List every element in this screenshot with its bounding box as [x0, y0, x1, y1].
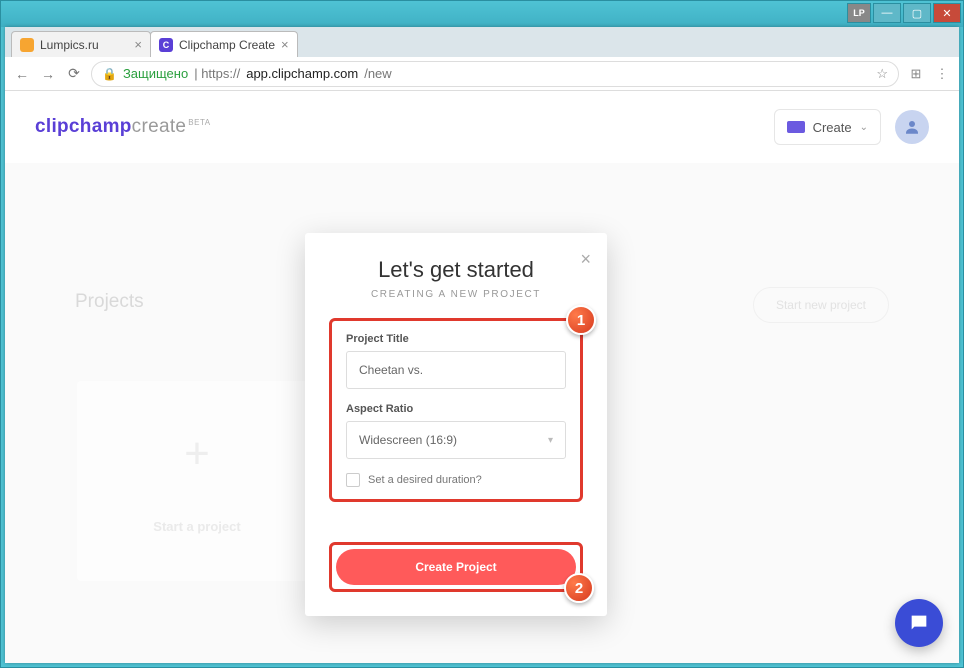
- bookmark-icon[interactable]: ☆: [876, 66, 888, 82]
- back-button[interactable]: ←: [13, 65, 31, 83]
- favicon-icon: C: [159, 38, 173, 52]
- chat-widget-button[interactable]: [895, 599, 943, 647]
- browser-tab[interactable]: C Clipchamp Create ×: [150, 31, 298, 57]
- extension-icon[interactable]: ⊞: [907, 65, 925, 83]
- tab-strip: Lumpics.ru × C Clipchamp Create ×: [5, 27, 959, 57]
- lock-icon: 🔒: [102, 67, 117, 81]
- project-title-label: Project Title: [346, 333, 566, 345]
- url-host: app.clipchamp.com: [246, 66, 358, 81]
- secure-label: Защищено: [123, 66, 188, 81]
- new-project-modal: × Let's get started CREATING A NEW PROJE…: [305, 233, 607, 616]
- button-annotation-box: Create Project 2: [329, 542, 583, 592]
- window-titlebar: LP — ▢ ✕: [1, 1, 963, 27]
- logo: clipchampcreateBETA: [35, 116, 211, 138]
- annotation-badge-1: 1: [566, 305, 596, 335]
- create-label: Create: [813, 120, 852, 135]
- url-input[interactable]: 🔒 Защищено | https:// app.clipchamp.com/n…: [91, 61, 899, 87]
- aspect-ratio-select[interactable]: Widescreen (16:9) ▾: [346, 421, 566, 459]
- url-path: /new: [364, 66, 391, 81]
- aspect-ratio-label: Aspect Ratio: [346, 403, 566, 415]
- tab-close-icon[interactable]: ×: [134, 37, 142, 52]
- chevron-down-icon: ▾: [548, 435, 553, 446]
- reload-button[interactable]: ⟳: [65, 65, 83, 83]
- tab-title: Lumpics.ru: [40, 38, 99, 52]
- favicon-icon: [20, 38, 34, 52]
- modal-close-button[interactable]: ×: [580, 249, 591, 270]
- app-topbar: clipchampcreateBETA Create ⌄: [5, 91, 959, 163]
- page-content: clipchampcreateBETA Create ⌄ Projects St…: [5, 91, 959, 663]
- checkbox[interactable]: [346, 473, 360, 487]
- form-annotation-box: 1 Project Title Aspect Ratio Widescreen …: [329, 318, 583, 502]
- create-dropdown[interactable]: Create ⌄: [774, 109, 881, 145]
- titlebar-badge: LP: [847, 3, 871, 23]
- projects-heading: Projects: [75, 291, 144, 313]
- modal-subtitle: CREATING A NEW PROJECT: [329, 289, 583, 300]
- chevron-down-icon: ⌄: [860, 122, 868, 133]
- duration-checkbox-row[interactable]: Set a desired duration?: [346, 473, 566, 487]
- menu-icon[interactable]: ⋮: [933, 65, 951, 83]
- maximize-button[interactable]: ▢: [903, 3, 931, 23]
- os-window: LP — ▢ ✕ Lumpics.ru × C Clipchamp Create…: [0, 0, 964, 668]
- address-bar: ← → ⟳ 🔒 Защищено | https:// app.clipchamp…: [5, 57, 959, 91]
- modal-title: Let's get started: [329, 257, 583, 283]
- new-project-card[interactable]: + Start a project: [77, 381, 317, 581]
- browser-frame: Lumpics.ru × C Clipchamp Create × ← → ⟳ …: [5, 27, 959, 663]
- chat-icon: [908, 612, 930, 634]
- card-label: Start a project: [153, 519, 240, 534]
- close-window-button[interactable]: ✕: [933, 3, 961, 23]
- forward-button[interactable]: →: [39, 65, 57, 83]
- duration-label: Set a desired duration?: [368, 474, 482, 486]
- tab-close-icon[interactable]: ×: [281, 37, 289, 52]
- aspect-swatch-icon: [787, 121, 805, 133]
- start-new-project-button[interactable]: Start new project: [753, 287, 889, 323]
- avatar[interactable]: [895, 110, 929, 144]
- user-icon: [903, 118, 921, 136]
- create-project-button[interactable]: Create Project: [336, 549, 576, 585]
- tab-title: Clipchamp Create: [179, 38, 275, 52]
- minimize-button[interactable]: —: [873, 3, 901, 23]
- url-scheme: | https://: [194, 66, 240, 81]
- project-title-input[interactable]: [346, 351, 566, 389]
- select-value: Widescreen (16:9): [359, 433, 457, 447]
- plus-icon: +: [184, 429, 210, 479]
- annotation-badge-2: 2: [564, 573, 594, 603]
- browser-tab[interactable]: Lumpics.ru ×: [11, 31, 151, 57]
